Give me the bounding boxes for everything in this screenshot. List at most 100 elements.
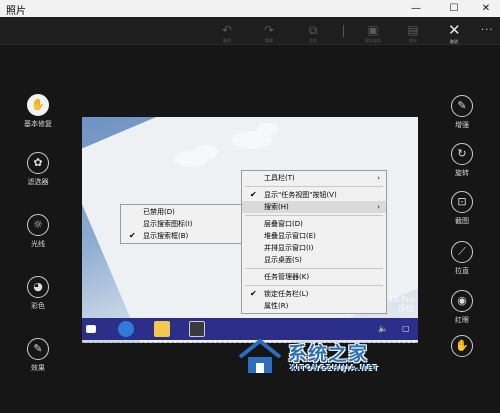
menu-item-label: 并排显示窗口(I) bbox=[264, 244, 314, 252]
menu-item-label: 工具栏(T) bbox=[264, 174, 295, 182]
redo-icon[interactable]: ↷ bbox=[258, 23, 280, 37]
tool-filters[interactable]: ✿ 滤选器 bbox=[8, 152, 68, 187]
tool-label: 光线 bbox=[31, 240, 45, 248]
cloud bbox=[257, 123, 279, 135]
edit-toolbar: ✕ 取消 ··· ↶ 撤消 ↷ 重做 ⧉ 比较 ▣ 保存副本 ▤ 保存 bbox=[0, 17, 500, 45]
menu-item-label: 显示搜索图标(I) bbox=[143, 220, 193, 228]
tool-light[interactable]: ☼ 光线 bbox=[8, 214, 68, 249]
light-icon[interactable]: ☼ bbox=[27, 214, 49, 236]
tool-straighten[interactable]: ⟋ 拉直 bbox=[432, 241, 492, 276]
evaluation-watermark: 10 Pro 评估 bbox=[389, 295, 414, 313]
toolbar-label: 撤消 bbox=[223, 38, 231, 43]
store-icon[interactable] bbox=[189, 321, 205, 337]
minimize-button[interactable]: — bbox=[404, 0, 428, 17]
tool-spot-fix[interactable]: ✋ bbox=[432, 335, 492, 357]
menu-separator bbox=[245, 186, 383, 187]
tool-rotate[interactable]: ↻ 旋转 bbox=[432, 143, 492, 178]
toolbar-label: 比较 bbox=[309, 38, 317, 43]
menu-item[interactable]: 层叠窗口(D) bbox=[242, 218, 386, 230]
checkmark-icon: ✔ bbox=[250, 190, 257, 199]
toolbar-separator bbox=[343, 25, 344, 37]
menu-item[interactable]: 堆叠显示窗口(E) bbox=[242, 230, 386, 242]
enhance-icon[interactable]: ✎ bbox=[451, 95, 473, 117]
maximize-button[interactable]: ☐ bbox=[442, 0, 466, 17]
menu-separator bbox=[245, 268, 383, 269]
menu-item-label: 已禁用(D) bbox=[143, 208, 175, 216]
menu-item-label: 属性(R) bbox=[264, 302, 289, 310]
menu-item-label: 显示搜索框(B) bbox=[143, 232, 189, 240]
tool-basic-fix[interactable]: ✋ 基本修复 bbox=[8, 94, 68, 129]
menu-item-label: 搜索(H) bbox=[264, 203, 289, 211]
watermark-line-1: 10 Pro bbox=[388, 295, 414, 304]
tool-label: 旋转 bbox=[455, 169, 469, 177]
more-options-icon[interactable]: ··· bbox=[481, 25, 494, 36]
tool-color[interactable]: ◕ 彩色 bbox=[8, 276, 68, 311]
cancel-edit-icon[interactable]: ✕ bbox=[448, 21, 461, 39]
tool-label: 红眼 bbox=[455, 316, 469, 324]
tool-effects[interactable]: ✎ 效果 bbox=[8, 338, 68, 373]
photos-app-window: 照片 — ☐ ✕ ✕ 取消 ··· ↶ 撤消 ↷ 重做 ⧉ 比较 ▣ 保存副本 ▤ 保存 ✋ 基本修… bbox=[0, 0, 500, 413]
straighten-icon[interactable]: ⟋ bbox=[451, 241, 473, 263]
menu-item[interactable]: ✔ 显示搜索框(B) bbox=[121, 230, 241, 242]
toolbar-label: 保存 bbox=[409, 38, 417, 43]
tool-red-eye[interactable]: ◉ 红眼 bbox=[432, 290, 492, 325]
undo-icon[interactable]: ↶ bbox=[216, 23, 238, 37]
menu-separator bbox=[245, 285, 383, 286]
tool-label: 效果 bbox=[31, 364, 45, 372]
menu-item[interactable]: 显示桌面(S) bbox=[242, 254, 386, 266]
menu-item[interactable]: 属性(R) bbox=[242, 300, 386, 312]
tool-label: 增强 bbox=[455, 121, 469, 129]
site-logo: 系统之家 XITONGZHIJIA.NET bbox=[232, 331, 432, 381]
cloud bbox=[194, 145, 218, 159]
rotate-icon[interactable]: ↻ bbox=[451, 143, 473, 165]
tool-label: 滤选器 bbox=[27, 178, 49, 186]
menu-item[interactable]: ✔ 显示"任务视图"按钮(V) bbox=[242, 189, 386, 201]
menu-item[interactable]: 显示搜索图标(I) bbox=[121, 218, 241, 230]
effects-icon[interactable]: ✎ bbox=[27, 338, 49, 360]
menu-item-label: 锁定任务栏(L) bbox=[264, 290, 309, 298]
toolbar-label: 保存副本 bbox=[365, 38, 381, 43]
red-eye-icon[interactable]: ◉ bbox=[451, 290, 473, 312]
submenu-arrow-icon: › bbox=[377, 174, 380, 182]
house-logo-icon bbox=[238, 338, 282, 373]
logo-url: XITONGZHIJIA.NET bbox=[290, 364, 379, 372]
window-close-button[interactable]: ✕ bbox=[474, 0, 498, 17]
menu-item[interactable]: 搜索(H) › bbox=[242, 201, 386, 213]
save-icon[interactable]: ▤ bbox=[402, 23, 424, 37]
checkmark-icon: ✔ bbox=[129, 231, 136, 240]
menu-item[interactable]: 已禁用(D) bbox=[121, 206, 241, 218]
menu-item-label: 层叠窗口(D) bbox=[264, 220, 303, 228]
menu-item-label: 显示"任务视图"按钮(V) bbox=[264, 191, 337, 199]
crop-icon[interactable]: ⊡ bbox=[451, 191, 473, 213]
save-copy-icon[interactable]: ▣ bbox=[362, 23, 384, 37]
menu-item[interactable]: 工具栏(T) › bbox=[242, 172, 386, 184]
ie-icon[interactable] bbox=[118, 321, 134, 337]
spot-fix-icon[interactable]: ✋ bbox=[451, 335, 473, 357]
taskbar-context-menu: 工具栏(T) › ✔ 显示"任务视图"按钮(V) 搜索(H) › 层叠窗口(D) 堆叠显示窗口… bbox=[241, 170, 387, 314]
tool-enhance[interactable]: ✎ 增强 bbox=[432, 95, 492, 130]
menu-item-label: 任务管理器(K) bbox=[264, 273, 310, 281]
tool-label: 基本修复 bbox=[24, 120, 52, 128]
menu-item[interactable]: 任务管理器(K) bbox=[242, 271, 386, 283]
menu-item[interactable]: 并排显示窗口(I) bbox=[242, 242, 386, 254]
toolbar-label: 重做 bbox=[265, 38, 273, 43]
tool-label: 截图 bbox=[455, 217, 469, 225]
menu-item[interactable]: ✔ 锁定任务栏(L) bbox=[242, 288, 386, 300]
filters-icon[interactable]: ✿ bbox=[27, 152, 49, 174]
tool-crop[interactable]: ⊡ 截图 bbox=[432, 191, 492, 226]
logo-text: 系统之家 bbox=[288, 343, 369, 365]
window-title: 照片 bbox=[6, 6, 26, 17]
search-submenu: 已禁用(D) 显示搜索图标(I) ✔ 显示搜索框(B) bbox=[120, 204, 242, 244]
basic-fix-icon[interactable]: ✋ bbox=[27, 94, 49, 116]
menu-item-label: 堆叠显示窗口(E) bbox=[264, 232, 316, 240]
compare-icon[interactable]: ⧉ bbox=[302, 23, 324, 38]
menu-item-label: 显示桌面(S) bbox=[264, 256, 302, 264]
color-icon[interactable]: ◕ bbox=[27, 276, 49, 298]
tool-label: 拉直 bbox=[455, 267, 469, 275]
file-explorer-icon[interactable] bbox=[154, 321, 170, 337]
watermark-line-2: 评估 bbox=[398, 304, 414, 313]
title-bar: 照片 — ☐ ✕ bbox=[0, 0, 500, 17]
tool-label: 彩色 bbox=[31, 302, 45, 310]
start-icon[interactable] bbox=[86, 325, 96, 333]
submenu-arrow-icon: › bbox=[377, 203, 380, 211]
